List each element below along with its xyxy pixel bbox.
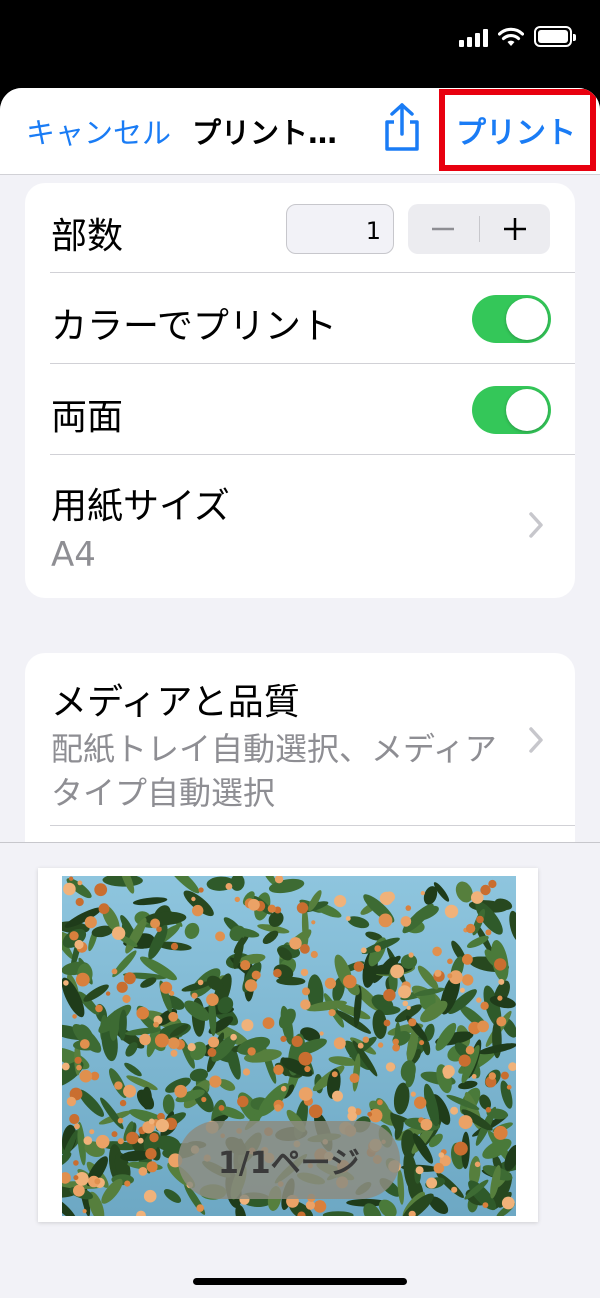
paper-size-row[interactable]: 用紙サイズ A4 (25, 455, 575, 598)
plus-icon (503, 218, 526, 240)
status-icons (459, 26, 576, 47)
home-indicator[interactable] (193, 1278, 407, 1285)
increment-button[interactable] (480, 204, 551, 254)
color-print-row: カラーでプリント (25, 273, 575, 364)
decrement-button[interactable] (408, 204, 479, 254)
duplex-toggle[interactable] (472, 386, 551, 434)
wifi-icon (498, 27, 524, 46)
share-icon[interactable] (380, 102, 424, 152)
copies-stepper (408, 204, 550, 254)
print-screen: キャンセル プリント… プリント 部数 1 カラーでプリント 両面 用紙サイズ … (0, 0, 600, 1298)
page-indicator: 1/1ページ (178, 1121, 400, 1199)
media-quality-value-line2: タイプ自動選択 (51, 774, 276, 812)
copies-field[interactable]: 1 (286, 204, 394, 254)
print-preview: 1/1ページ (0, 842, 600, 1298)
battery-icon (534, 26, 576, 47)
media-quality-card[interactable]: メディアと品質 配紙トレイ自動選択、メディア タイプ自動選択 (25, 653, 575, 853)
color-print-label: カラーでプリント (51, 306, 337, 347)
divider (50, 825, 575, 826)
nav-bar: キャンセル プリント… プリント (0, 88, 600, 175)
color-print-toggle[interactable] (472, 295, 551, 343)
paper-size-label: 用紙サイズ (51, 486, 230, 527)
cancel-button[interactable]: キャンセル (26, 110, 171, 152)
media-quality-value-line1: 配紙トレイ自動選択、メディア (51, 730, 497, 768)
nav-title: プリント… (192, 116, 338, 150)
copies-row: 部数 1 (25, 183, 575, 273)
paper-size-value: A4 (51, 535, 96, 575)
print-sheet: キャンセル プリント… プリント 部数 1 カラーでプリント 両面 用紙サイズ … (0, 88, 600, 1298)
duplex-label: 両面 (51, 397, 124, 438)
chevron-right-icon (529, 727, 543, 753)
print-options-card: 部数 1 カラーでプリント 両面 用紙サイズ A4 (25, 183, 575, 598)
minus-icon (432, 227, 455, 231)
media-quality-label: メディアと品質 (51, 682, 300, 723)
status-bar (0, 0, 600, 88)
highlight-box (439, 89, 596, 171)
copies-label: 部数 (51, 216, 124, 257)
cellular-signal-icon (459, 29, 488, 47)
duplex-row: 両面 (25, 364, 575, 455)
chevron-right-icon (529, 512, 543, 538)
